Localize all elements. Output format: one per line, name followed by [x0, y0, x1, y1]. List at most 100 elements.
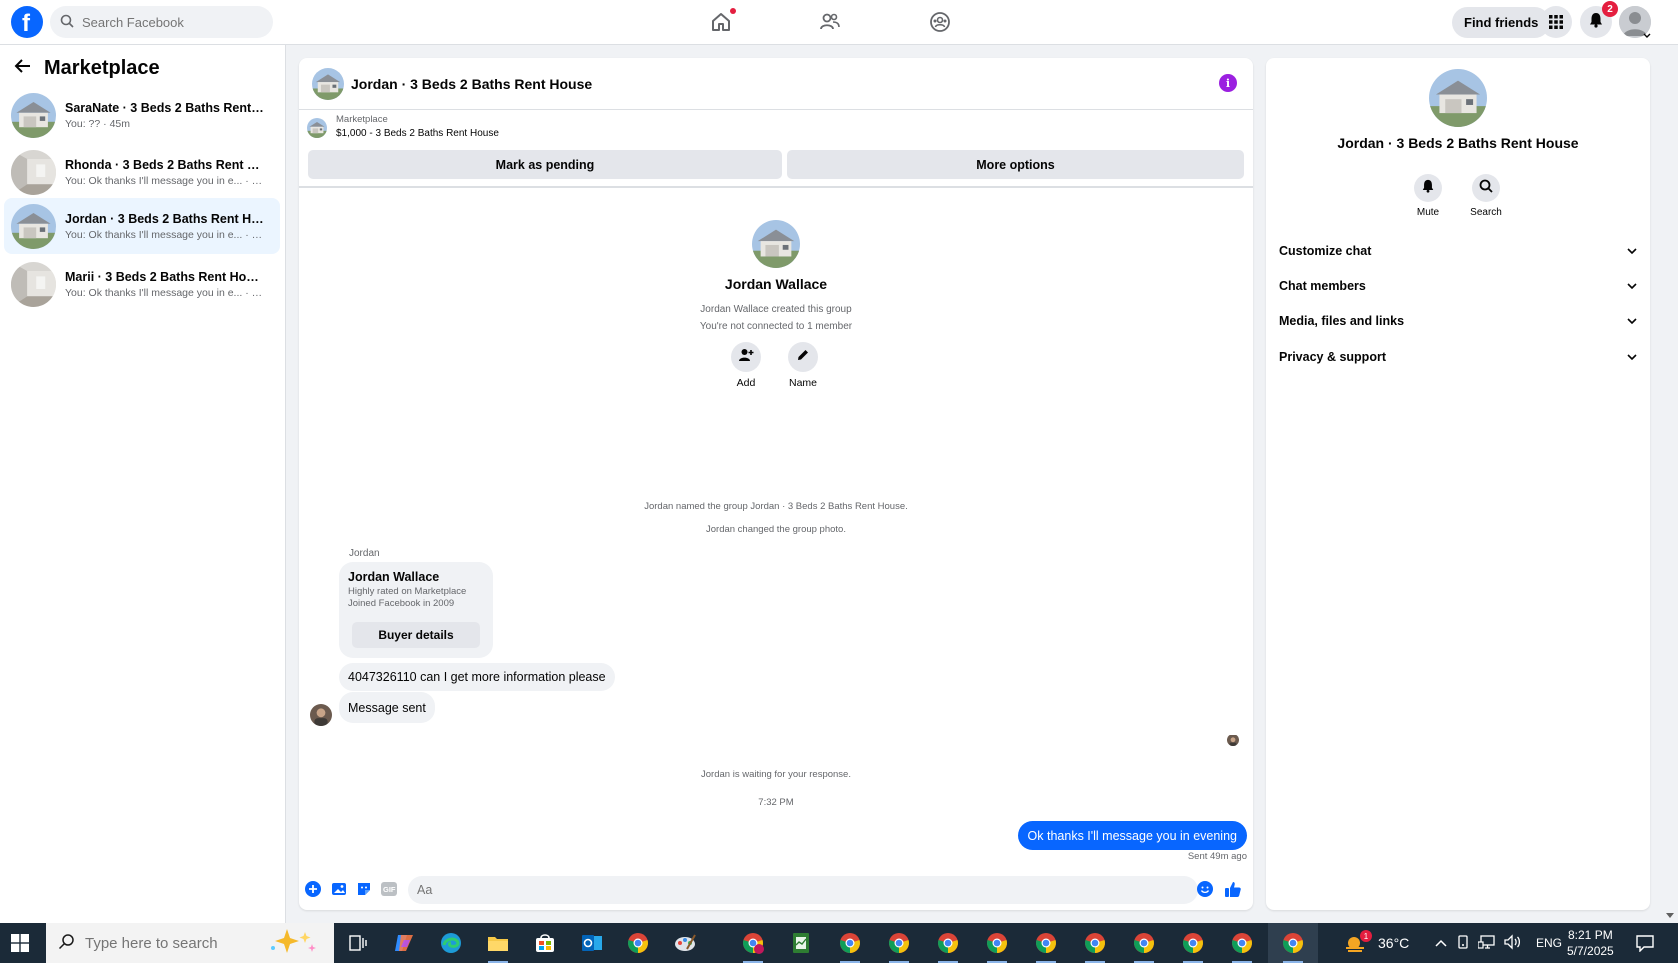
groups-icon[interactable]	[928, 10, 952, 34]
menu-grid-icon[interactable]	[1540, 6, 1572, 38]
sender-avatar[interactable]	[310, 704, 332, 726]
task-view-icon[interactable]	[345, 931, 371, 955]
notifications-button[interactable]: 2	[1580, 1, 1618, 38]
taskbar-search-input[interactable]	[85, 934, 255, 952]
chat-header-avatar[interactable]	[312, 68, 344, 100]
conversation-preview: You: ?? · 45m	[65, 117, 130, 130]
chrome-window-icon[interactable]	[1180, 931, 1206, 963]
gif-icon[interactable]: GIF	[380, 880, 398, 898]
home-icon[interactable]	[709, 8, 736, 34]
details-title: Jordan · 3 Beds 2 Baths Rent House	[1337, 135, 1579, 151]
chrome-window-active-icon[interactable]	[1280, 931, 1306, 963]
file-explorer-icon[interactable]	[485, 931, 511, 963]
chevron-down-icon[interactable]	[1643, 27, 1651, 45]
details-avatar[interactable]	[1429, 69, 1487, 127]
paint-app-icon[interactable]	[672, 931, 698, 955]
microsoft-store-icon[interactable]	[532, 931, 558, 955]
customize-chat-row[interactable]: Customize chat	[1279, 244, 1639, 258]
notification-center-icon[interactable]	[1632, 931, 1658, 955]
buyer-joined: Joined Facebook in 2009	[348, 598, 455, 609]
conversation-details-panel: Jordan · 3 Beds 2 Baths Rent House Mute …	[1266, 58, 1650, 910]
network-icon[interactable]	[1477, 934, 1496, 953]
facebook-logo[interactable]: f	[11, 6, 43, 38]
outlook-icon[interactable]	[579, 931, 605, 955]
message-input[interactable]	[408, 876, 1198, 904]
friends-icon[interactable]	[818, 10, 842, 34]
chrome-window-icon[interactable]	[1082, 931, 1108, 963]
chrome-icon[interactable]	[625, 931, 651, 955]
facebook-search-input[interactable]	[82, 14, 252, 30]
copilot-icon[interactable]	[391, 931, 417, 955]
chrome-window-icon[interactable]	[886, 931, 912, 963]
waiting-notice: Jordan is waiting for your response.	[701, 769, 851, 780]
read-receipt-avatar	[1227, 734, 1239, 746]
mute-label: Mute	[1416, 207, 1440, 218]
info-icon[interactable]: i	[1219, 74, 1237, 92]
taskbar-search[interactable]	[46, 923, 334, 963]
chat-header: Jordan · 3 Beds 2 Baths Rent House i	[299, 58, 1253, 110]
clock-date: 5/7/2025	[1567, 944, 1614, 958]
add-label: Add	[736, 377, 756, 389]
chrome-window-icon[interactable]	[935, 931, 961, 963]
search-icon	[58, 933, 75, 954]
chevron-down-icon	[1625, 350, 1639, 364]
sticker-icon[interactable]	[355, 880, 373, 898]
conversation-thumbnail	[11, 204, 56, 249]
listing-info[interactable]: Marketplace $1,000 - 3 Beds 2 Baths Rent…	[307, 114, 499, 139]
media-files-links-row[interactable]: Media, files and links	[1279, 314, 1639, 328]
chrome-window-icon[interactable]	[984, 931, 1010, 963]
spreadsheet-icon[interactable]	[788, 931, 814, 955]
edge-browser-icon[interactable]	[438, 931, 464, 955]
mute-button[interactable]: Mute	[1398, 174, 1458, 218]
chrome-profile-icon[interactable]	[740, 931, 766, 963]
chat-header-title[interactable]: Jordan · 3 Beds 2 Baths Rent House	[351, 76, 592, 92]
buyer-name: Jordan Wallace	[348, 570, 440, 584]
notification-count-badge: 2	[1602, 1, 1618, 17]
find-friends-button[interactable]: Find friends	[1452, 7, 1551, 38]
language-indicator[interactable]: ENG	[1536, 936, 1562, 950]
copilot-sparkle-icon[interactable]	[265, 926, 325, 960]
buyer-details-button[interactable]: Buyer details	[352, 622, 480, 648]
back-arrow-icon[interactable]	[14, 57, 32, 80]
conversation-item[interactable]: Marii · 3 Beds 2 Baths Rent House You: O…	[4, 256, 280, 312]
chrome-window-icon[interactable]	[1229, 931, 1255, 963]
device-icon[interactable]	[1456, 934, 1470, 953]
group-avatar[interactable]	[752, 220, 800, 268]
conversation-title: SaraNate · 3 Beds 2 Baths Rent Ho...	[65, 100, 265, 115]
chevron-up-icon[interactable]	[1434, 936, 1448, 951]
emoji-icon[interactable]	[1196, 880, 1214, 898]
conversation-title: Rhonda · 3 Beds 2 Baths Rent House	[65, 157, 265, 172]
conversation-item-active[interactable]: Jordan · 3 Beds 2 Baths Rent House You: …	[4, 198, 280, 254]
add-member-button[interactable]: Add	[716, 342, 776, 389]
taskbar-clock[interactable]: 8:21 PM 5/7/2025	[1567, 927, 1614, 959]
plus-circle-icon[interactable]	[304, 880, 322, 898]
group-name: Jordan Wallace	[724, 276, 828, 292]
search-icon	[1479, 179, 1493, 198]
chrome-window-icon[interactable]	[1033, 931, 1059, 963]
mark-as-pending-button[interactable]: Mark as pending	[308, 150, 782, 179]
conversation-item[interactable]: Rhonda · 3 Beds 2 Baths Rent House You: …	[4, 144, 280, 200]
more-options-button[interactable]: More options	[787, 150, 1244, 179]
scroll-down-arrow[interactable]	[1665, 907, 1675, 918]
facebook-search[interactable]	[50, 6, 273, 38]
conversation-item[interactable]: SaraNate · 3 Beds 2 Baths Rent Ho... You…	[4, 87, 280, 143]
volume-icon[interactable]	[1504, 933, 1522, 953]
top-navigation-bar: f Find friends 2	[0, 0, 1678, 45]
temperature-text: 36°C	[1378, 935, 1410, 951]
search-label: Search	[1470, 207, 1502, 218]
svg-text:f: f	[22, 10, 31, 34]
home-notification-dot	[730, 8, 736, 14]
search-in-chat-button[interactable]: Search	[1456, 174, 1516, 218]
weather-widget[interactable]: 1 36°C	[1344, 923, 1409, 963]
privacy-support-row[interactable]: Privacy & support	[1279, 350, 1639, 364]
thumbs-up-icon[interactable]	[1224, 880, 1242, 898]
listing-name: $1,000 - 3 Beds 2 Baths Rent House	[336, 128, 499, 139]
chat-members-row[interactable]: Chat members	[1279, 279, 1639, 293]
chrome-window-icon[interactable]	[1131, 931, 1157, 963]
rename-group-button[interactable]: Name	[773, 342, 833, 389]
buyer-rating: Highly rated on Marketplace	[348, 586, 467, 597]
photo-icon[interactable]	[330, 880, 348, 898]
chat-panel: Jordan · 3 Beds 2 Baths Rent House i Mar…	[299, 58, 1253, 910]
chrome-window-icon[interactable]	[837, 931, 863, 963]
windows-start-icon[interactable]	[11, 934, 29, 952]
